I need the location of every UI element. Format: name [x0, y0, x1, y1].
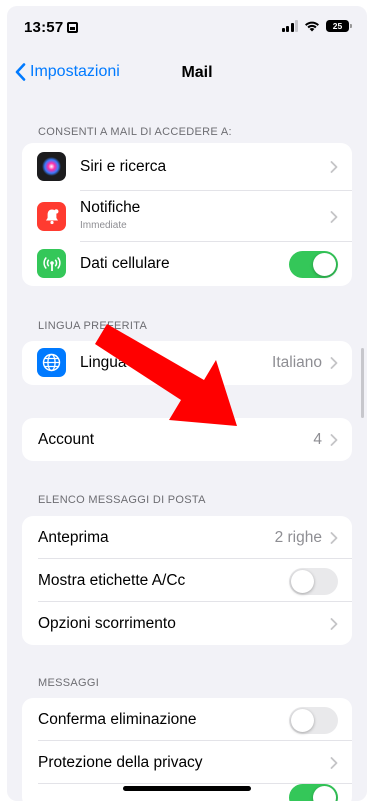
notifications-text: Notifiche Immediate — [80, 199, 140, 231]
chevron-right-icon — [330, 161, 338, 173]
chevron-right-icon — [330, 531, 338, 544]
confirm-delete-label: Conferma eliminazione — [38, 710, 197, 728]
siri-icon — [37, 152, 66, 181]
row-privacy[interactable]: Protezione della privacy — [22, 741, 352, 784]
chevron-right-icon — [330, 433, 338, 446]
chevron-right-icon — [330, 210, 338, 223]
siri-label: Siri e ricerca — [80, 158, 167, 175]
language-group: Lingua Italiano — [22, 341, 352, 385]
row-account[interactable]: Account 4 — [22, 418, 352, 461]
account-count: 4 — [313, 430, 322, 448]
show-to-cc-label: Mostra etichette A/Cc — [38, 571, 186, 589]
chevron-right-icon — [330, 357, 338, 369]
time-text: 13:57 — [24, 19, 64, 36]
row-preview[interactable]: Anteprima 2 righe — [22, 516, 352, 559]
chevron-right-icon — [330, 756, 338, 769]
bell-icon — [37, 202, 66, 231]
section-header-messages: MESSAGGI — [38, 677, 100, 689]
globe-icon — [37, 348, 66, 377]
access-group: Siri e ricerca Notifiche Immediate Dati … — [22, 143, 352, 286]
cellular-signal-icon — [281, 20, 298, 32]
chevron-right-icon — [330, 617, 338, 630]
preview-label: Anteprima — [38, 528, 109, 546]
status-time: 13:57 — [24, 19, 79, 36]
row-cellular: Dati cellulare — [22, 242, 352, 286]
preview-value: 2 righe — [274, 528, 322, 546]
row-language[interactable]: Lingua Italiano — [22, 341, 352, 385]
status-icons: 25 — [281, 20, 352, 32]
home-indicator[interactable] — [123, 786, 251, 791]
section-header-language: LINGUA PREFERITA — [38, 320, 148, 332]
phone-screen: 13:57 25 Impostazioni Mail CONSENTI A MA… — [7, 6, 367, 801]
page-title-text: Mail — [181, 64, 213, 81]
message-list-group: Anteprima 2 righe Mostra etichette A/Cc … — [22, 516, 352, 645]
section-header-access: CONSENTI A MAIL DI ACCEDERE A: — [38, 126, 232, 138]
section-header-message-list: ELENCO MESSAGGI DI POSTA — [38, 494, 206, 506]
row-confirm-delete: Conferma eliminazione — [22, 698, 352, 741]
cellular-toggle[interactable] — [289, 251, 338, 278]
privacy-label: Protezione della privacy — [38, 753, 203, 771]
account-label: Account — [38, 430, 95, 448]
navigation-bar: Impostazioni Mail — [7, 52, 367, 92]
battery-icon: 25 — [326, 20, 352, 32]
confirm-delete-toggle[interactable] — [289, 706, 338, 734]
cellular-label: Dati cellulare — [80, 255, 170, 272]
wifi-icon — [305, 21, 319, 32]
language-label: Lingua — [80, 354, 127, 371]
row-show-to-cc: Mostra etichette A/Cc — [22, 559, 352, 602]
notifications-label: Notifiche — [80, 199, 141, 216]
row-siri[interactable]: Siri e ricerca — [22, 143, 352, 191]
battery-level: 25 — [332, 21, 343, 31]
status-bar: 13:57 25 — [7, 6, 367, 52]
language-value: Italiano — [272, 354, 322, 371]
row-notifications[interactable]: Notifiche Immediate — [22, 191, 352, 242]
notifications-sublabel: Immediate — [80, 220, 127, 231]
scroll-indicator[interactable] — [361, 348, 364, 418]
row-swipe-options[interactable]: Opzioni scorrimento — [22, 602, 352, 645]
swipe-options-label: Opzioni scorrimento — [38, 614, 176, 632]
show-to-cc-toggle[interactable] — [289, 567, 338, 595]
antenna-icon — [37, 249, 66, 278]
account-group: Account 4 — [22, 418, 352, 461]
page-title: Mail — [7, 64, 367, 82]
partial-toggle[interactable] — [289, 783, 338, 801]
screen-time-icon — [67, 22, 79, 33]
